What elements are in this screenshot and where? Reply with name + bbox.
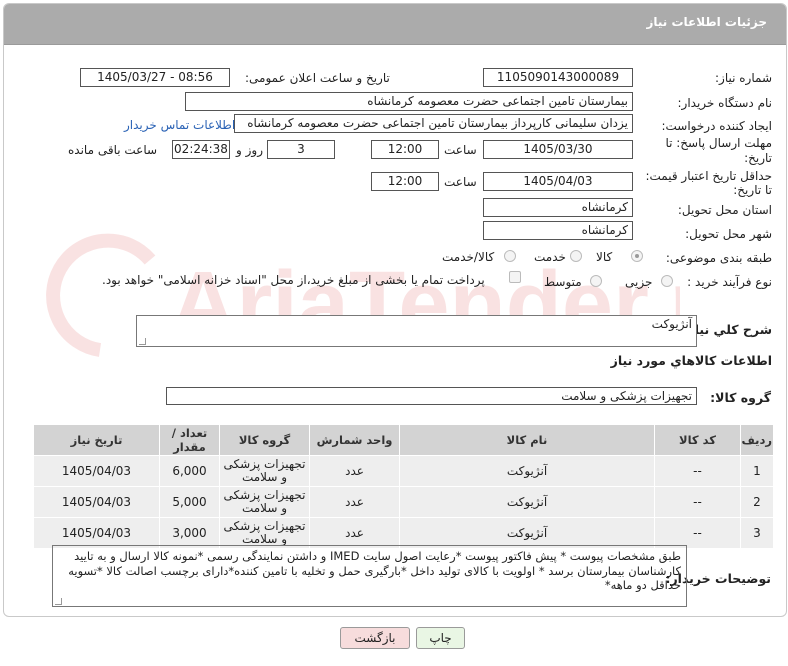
col-header-code: کد کالا — [654, 424, 741, 456]
validity-date-field: 1405/04/03 — [483, 172, 633, 191]
summary-field: آنژیوکت — [136, 315, 697, 347]
deadline-time-field: 12:00 — [371, 140, 439, 159]
remaining-time-field: 02:24:38 — [172, 140, 230, 159]
goods-group-label: گروه کالا: — [710, 390, 771, 405]
creator-label: ایجاد کننده درخواست: — [661, 119, 772, 133]
back-button[interactable]: بازگشت — [340, 627, 410, 649]
buyer-notes-field: طبق مشخصات پیوست * پیش فاکتور پیوست *رعا… — [52, 545, 687, 607]
validity-time-field: 12:00 — [371, 172, 439, 191]
row-qty: 6,000 — [159, 455, 220, 487]
table-row: 2 -- آنژیوکت عدد تجهیزات پزشکی و سلامت 5… — [33, 486, 774, 518]
panel-header: جزئیات اطلاعات نیاز — [4, 4, 786, 45]
row-index: 1 — [740, 455, 774, 487]
goods-section-title: اطلاعات کالاهاي مورد نياز — [610, 353, 772, 368]
summary-resize-handle[interactable] — [139, 338, 146, 345]
goods-table-header: ردیف کد کالا نام کالا واحد شمارش گروه کا… — [33, 424, 774, 456]
city-label: شهر محل تحویل: — [685, 227, 772, 241]
col-header-index: ردیف — [740, 424, 774, 456]
process-minor-radio[interactable] — [661, 275, 673, 287]
row-code: -- — [654, 517, 741, 549]
col-header-group: گروه کالا — [219, 424, 310, 456]
print-button[interactable]: چاپ — [416, 627, 465, 649]
category-label: طبقه بندی موضوعی: — [665, 251, 772, 265]
category-service-label: خدمت — [534, 250, 566, 264]
row-name: آنژیوکت — [399, 486, 655, 518]
table-row: 3 -- آنژیوکت عدد تجهیزات پزشکی و سلامت 3… — [33, 517, 774, 549]
table-row: 1 -- آنژیوکت عدد تجهیزات پزشکی و سلامت 6… — [33, 455, 774, 487]
row-code: -- — [654, 486, 741, 518]
category-goods-service-radio[interactable] — [504, 250, 516, 262]
row-name: آنژیوکت — [399, 455, 655, 487]
process-label: نوع فرآیند خرید : — [687, 275, 772, 289]
row-code: -- — [654, 455, 741, 487]
col-header-date: تاریخ نیاز — [33, 424, 160, 456]
category-goods-label: کالا — [596, 250, 613, 264]
city-field: کرمانشاه — [483, 221, 633, 240]
deadline-label-date: تاریخ: — [744, 151, 772, 165]
row-date: 1405/04/03 — [33, 455, 160, 487]
process-medium-label: متوسط — [544, 275, 582, 289]
row-unit: عدد — [309, 486, 400, 518]
treasury-payment-note: پرداخت تمام یا بخشی از مبلغ خرید،از محل … — [102, 273, 485, 287]
row-group: تجهیزات پزشکی و سلامت — [219, 517, 310, 549]
days-label: روز و — [236, 143, 263, 157]
province-field: کرمانشاه — [483, 198, 633, 217]
deadline-date-field: 1405/03/30 — [483, 140, 633, 159]
row-index: 3 — [740, 517, 774, 549]
announce-date-field: 1405/03/27 - 08:56 — [80, 68, 230, 87]
category-service-radio[interactable] — [570, 250, 582, 262]
goods-group-field: تجهیزات پزشکی و سلامت — [166, 387, 697, 405]
row-date: 1405/04/03 — [33, 517, 160, 549]
goods-table: ردیف کد کالا نام کالا واحد شمارش گروه کا… — [33, 424, 774, 549]
need-number-field: 1105090143000089 — [483, 68, 633, 87]
category-goods-radio[interactable] — [631, 250, 643, 262]
buyer-org-label: نام دستگاه خریدار: — [677, 96, 773, 110]
creator-field: یزدان سلیمانی کارپرداز بیمارستان تامین ا… — [234, 114, 633, 133]
process-minor-label: جزیی — [625, 275, 653, 289]
buyer-org-field: بیمارستان تامین اجتماعی حضرت معصومه کرما… — [185, 92, 633, 111]
row-group: تجهیزات پزشکی و سلامت — [219, 486, 310, 518]
notes-resize-handle[interactable] — [55, 598, 62, 605]
announce-date-label: تاریخ و ساعت اعلان عمومی: — [245, 71, 390, 85]
need-number-label: شماره نیاز: — [715, 71, 772, 85]
row-group: تجهیزات پزشکی و سلامت — [219, 455, 310, 487]
row-unit: عدد — [309, 455, 400, 487]
panel-title: جزئیات اطلاعات نیاز — [646, 15, 767, 29]
category-goods-service-label: کالا/خدمت — [442, 250, 495, 264]
row-unit: عدد — [309, 517, 400, 549]
col-header-name: نام کالا — [399, 424, 655, 456]
days-field: 3 — [267, 140, 335, 159]
row-index: 2 — [740, 486, 774, 518]
process-medium-radio[interactable] — [590, 275, 602, 287]
row-qty: 5,000 — [159, 486, 220, 518]
treasury-payment-checkbox[interactable] — [509, 271, 521, 283]
buyer-contact-link[interactable]: اطلاعات تماس خریدار — [124, 118, 235, 132]
validity-label: حداقل تاریخ اعتبار قیمت: — [645, 169, 772, 183]
row-name: آنژیوکت — [399, 517, 655, 549]
col-header-unit: واحد شمارش — [309, 424, 400, 456]
validity-time-label: ساعت — [444, 175, 477, 189]
row-date: 1405/04/03 — [33, 486, 160, 518]
deadline-time-label: ساعت — [444, 143, 477, 157]
validity-label-date: تا تاریخ: — [733, 183, 772, 197]
col-header-qty: تعداد / مقدار — [159, 424, 220, 456]
deadline-label: مهلت ارسال پاسخ: تا — [665, 136, 772, 150]
remaining-label: ساعت باقی مانده — [68, 143, 158, 157]
province-label: استان محل تحویل: — [677, 203, 772, 217]
row-qty: 3,000 — [159, 517, 220, 549]
